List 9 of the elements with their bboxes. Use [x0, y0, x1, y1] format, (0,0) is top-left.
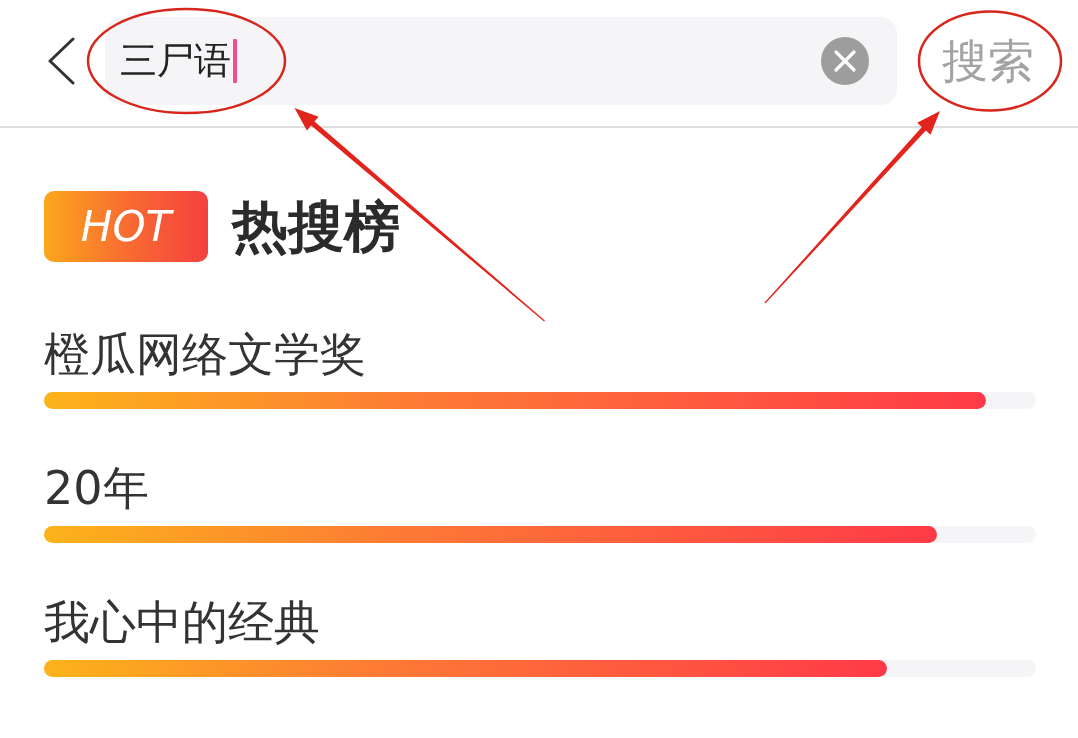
hot-item[interactable]: 橙瓜网络文学奖: [44, 327, 366, 382]
list-title: 热搜榜: [232, 193, 400, 261]
hot-item[interactable]: 20年: [44, 461, 149, 516]
back-icon[interactable]: [46, 37, 76, 85]
search-query: 三尸语: [120, 39, 231, 83]
hot-badge: HOT: [44, 191, 208, 262]
clear-icon[interactable]: [821, 37, 869, 85]
search-field[interactable]: 三尸语: [105, 17, 897, 105]
hot-item[interactable]: 我心中的经典: [44, 595, 320, 650]
